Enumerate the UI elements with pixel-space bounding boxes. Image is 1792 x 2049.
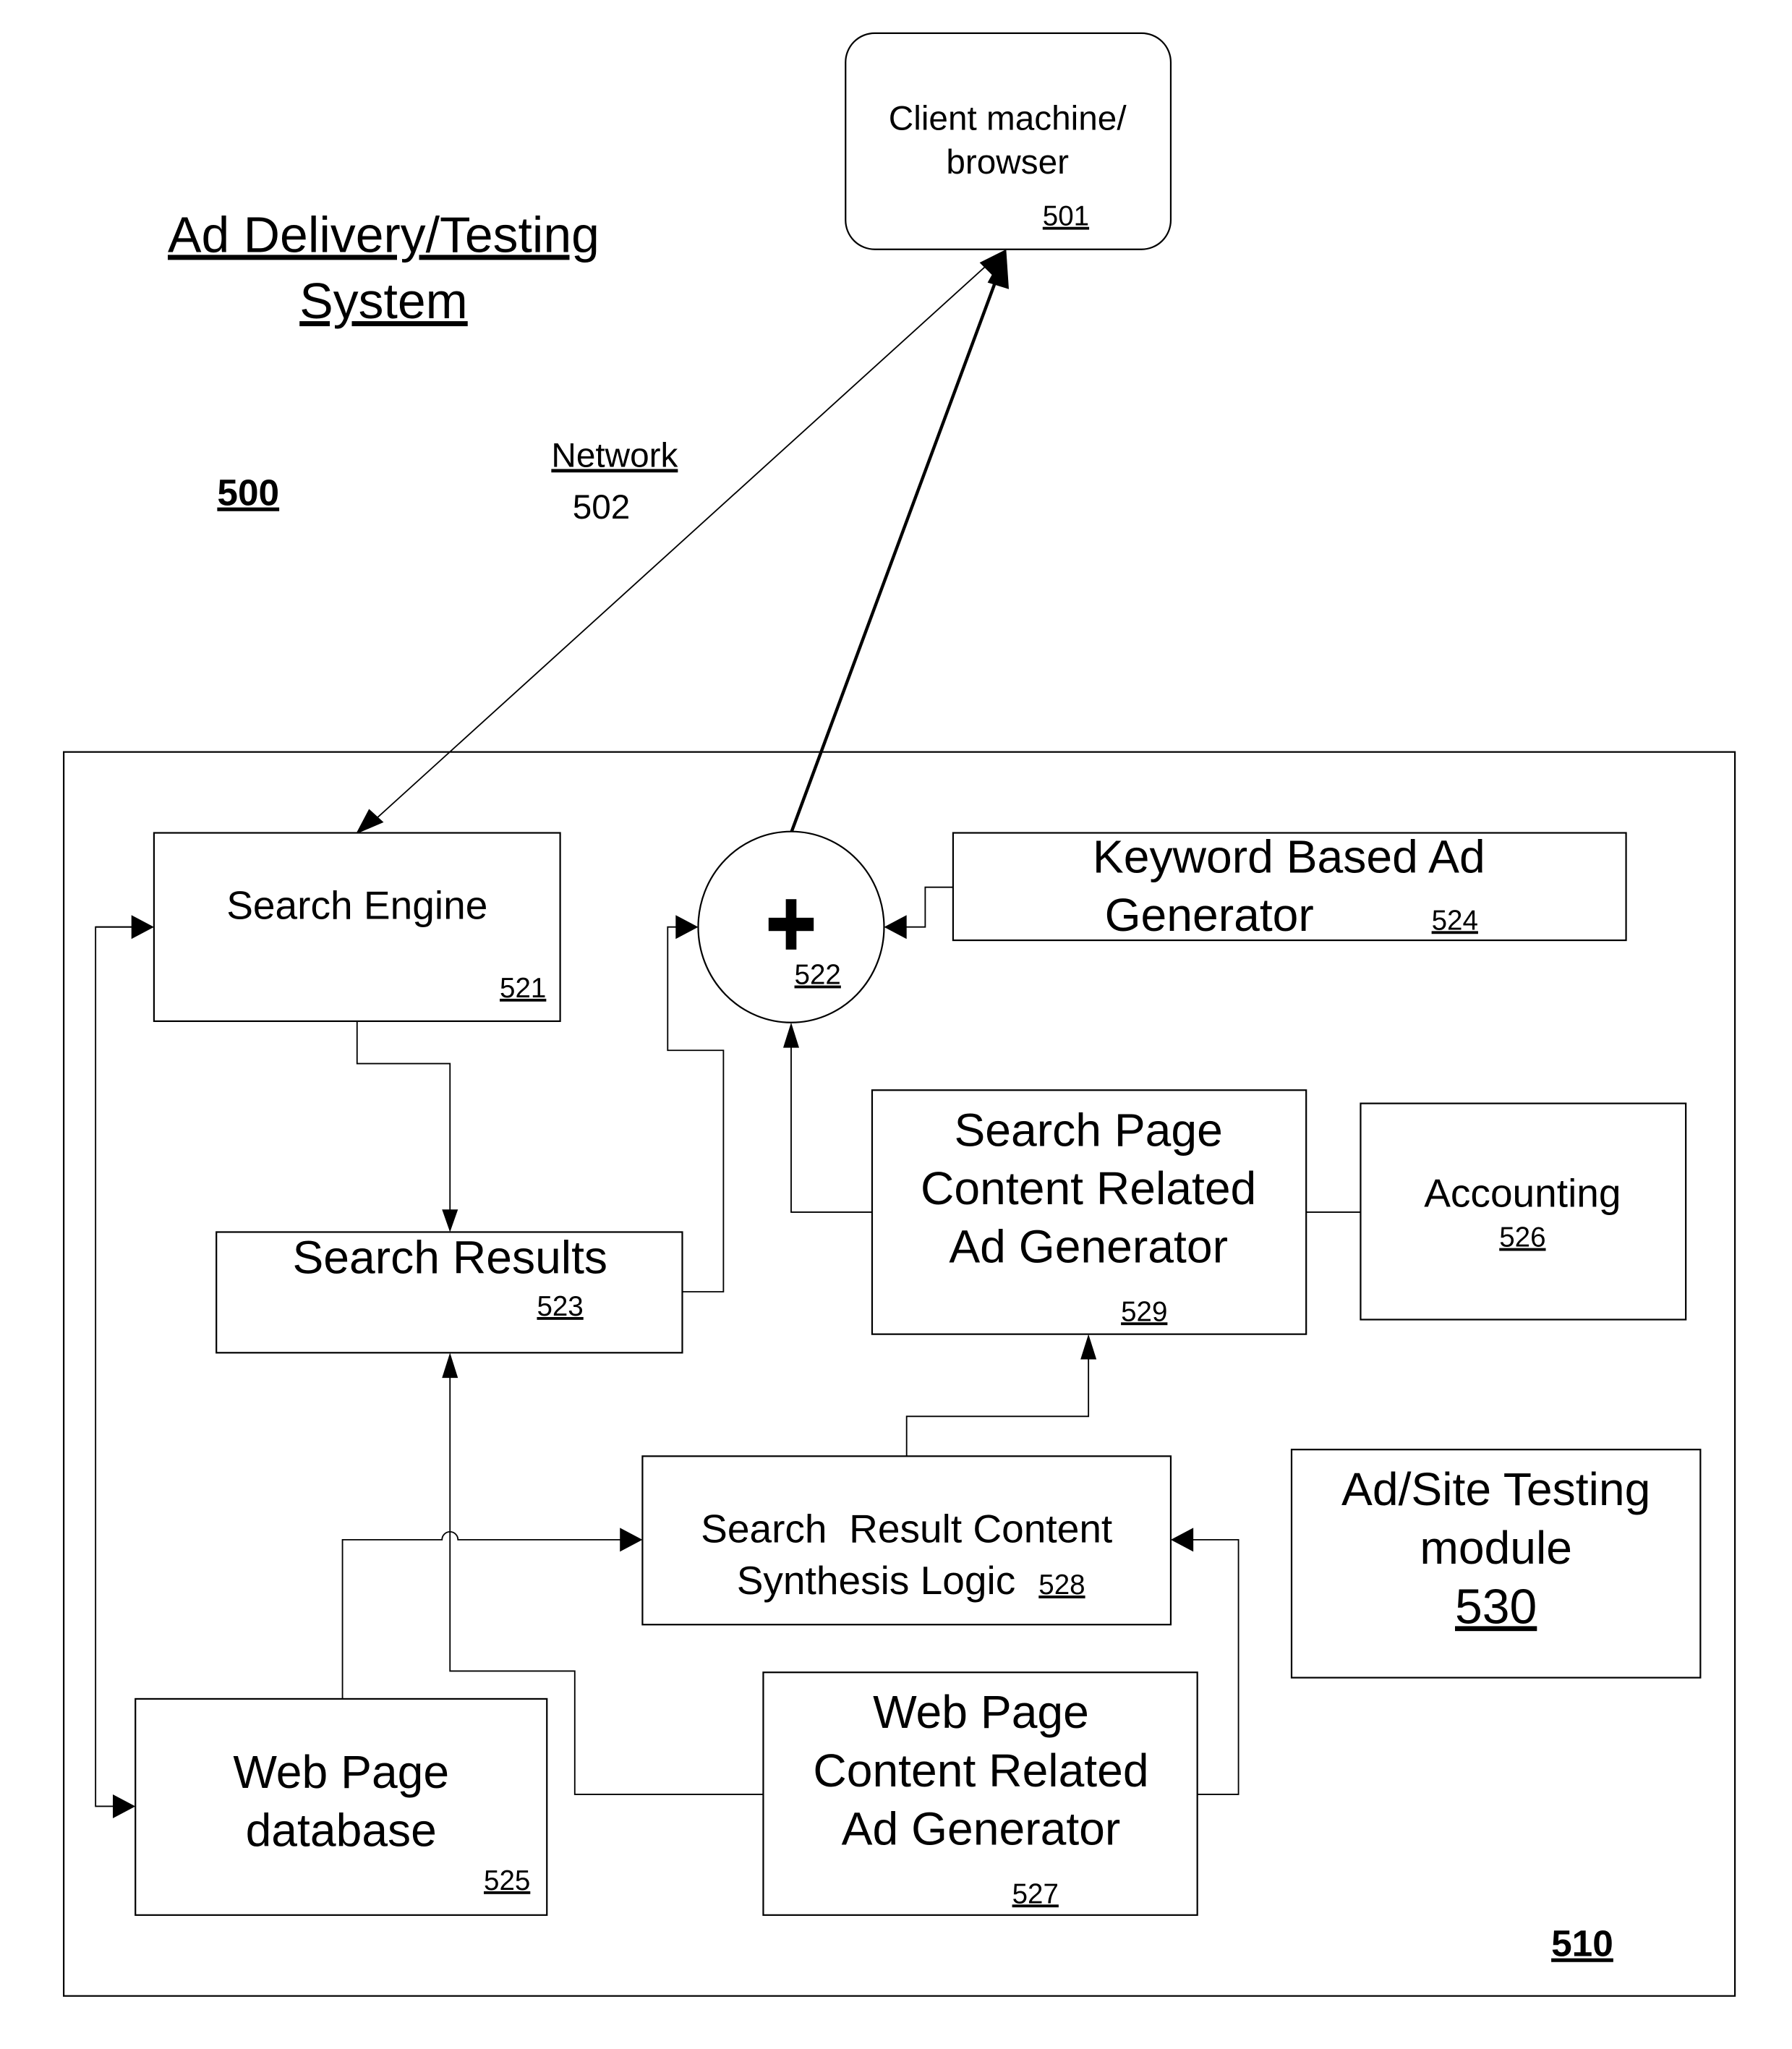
synthesis-logic-ref: 528: [1038, 1569, 1085, 1601]
synthesis-to-search-page-gen-connector: [905, 1355, 1090, 1457]
search-page-ad-generator-label-2: Content Related: [921, 1162, 1256, 1214]
search-page-ad-generator-node[interactable]: Search Page Content Related Ad Generator…: [871, 1089, 1307, 1335]
web-page-database-ref: 525: [484, 1865, 530, 1896]
testing-module-label-2: module: [1420, 1522, 1572, 1574]
combiner-node[interactable]: 522: [697, 830, 885, 1023]
database-to-synthesis-connector: [341, 1531, 624, 1699]
search-page-gen-to-combiner-connector: [790, 1042, 872, 1213]
arrowhead-into-synthesis-right: [1170, 1528, 1194, 1552]
network-label: Network: [551, 436, 678, 474]
keyword-ad-generator-node[interactable]: Keyword Based Ad Generator 524: [952, 831, 1627, 942]
search-engine-label: Search Engine: [226, 883, 487, 928]
accounting-ref: 526: [1499, 1222, 1545, 1253]
web-page-database-label-1: Web Page: [233, 1746, 449, 1798]
keyword-to-combiner-connector: [903, 886, 953, 928]
testing-module-ref: 530: [1455, 1580, 1537, 1634]
search-results-label: Search Results: [292, 1231, 607, 1283]
engine-to-results-connector: [356, 1021, 451, 1214]
arrowhead-to-search-engine: [355, 809, 384, 835]
web-page-database-label-2: database: [246, 1804, 437, 1856]
testing-module-label-1: Ad/Site Testing: [1341, 1463, 1650, 1515]
arrowhead-into-combiner-left: [675, 915, 699, 940]
testing-module-node[interactable]: Ad/Site Testing module 530: [1290, 1449, 1702, 1679]
synthesis-logic-node[interactable]: Search Result Content Synthesis Logic 52…: [641, 1455, 1172, 1626]
arrowhead-into-database-left: [113, 1794, 136, 1818]
search-page-ad-generator-label-3: Ad Generator: [949, 1221, 1228, 1273]
search-engine-ref: 521: [500, 973, 546, 1004]
arrowhead-into-search-page-gen: [1080, 1334, 1097, 1360]
synthesis-logic-label-1: Search Result Content: [701, 1507, 1112, 1551]
figure-title-line-2: System: [299, 273, 468, 329]
search-page-ad-generator-ref: 529: [1121, 1296, 1167, 1327]
arrowhead-into-combiner-bottom: [782, 1022, 800, 1048]
network-connection-line: [365, 257, 997, 828]
arrowhead-into-search-engine-left: [131, 915, 154, 940]
web-page-ad-generator-label-3: Ad Generator: [842, 1803, 1121, 1855]
search-page-ad-generator-label-1: Search Page: [954, 1104, 1222, 1156]
search-engine-node[interactable]: Search Engine 521: [153, 832, 561, 1023]
web-page-ad-generator-ref: 527: [1012, 1878, 1059, 1909]
client-machine-label-2: browser: [946, 143, 1069, 182]
keyword-ad-generator-label-1: Keyword Based Ad: [1093, 831, 1485, 883]
system-ref-label: 500: [217, 472, 279, 514]
network-ref: 502: [573, 488, 631, 527]
web-page-ad-generator-node[interactable]: Web Page Content Related Ad Generator 52…: [762, 1671, 1198, 1916]
web-page-ad-generator-label-1: Web Page: [873, 1686, 1089, 1738]
engine-database-connector: [95, 926, 136, 1807]
synthesis-logic-label-2: Synthesis Logic: [737, 1558, 1016, 1603]
arrowhead-into-combiner-right: [884, 915, 907, 940]
server-ref-label: 510: [1551, 1923, 1613, 1964]
web-page-ad-generator-label-2: Content Related: [813, 1745, 1148, 1797]
ad-delivery-line: [789, 270, 1002, 834]
arrowhead-into-search-results-top: [442, 1209, 458, 1232]
keyword-ad-generator-ref: 524: [1432, 905, 1478, 936]
client-machine-label-1: Client machine/: [889, 100, 1127, 138]
client-machine-ref: 501: [1043, 201, 1089, 232]
web-page-database-node[interactable]: Web Page database 525: [135, 1697, 548, 1916]
search-results-node[interactable]: Search Results 523: [216, 1231, 683, 1354]
ad-delivery-diagram: Ad Delivery/Testing System 500 Network 5…: [63, 32, 1736, 1997]
combiner-ref: 522: [795, 960, 841, 991]
accounting-node[interactable]: Accounting 526: [1360, 1102, 1687, 1321]
arrowhead-into-search-results-bottom: [442, 1352, 458, 1379]
figure-title-line-1: Ad Delivery/Testing: [168, 206, 600, 263]
client-machine-node[interactable]: Client machine/ browser 501: [845, 32, 1172, 250]
search-results-ref: 523: [537, 1291, 583, 1322]
client-machine-box[interactable]: [845, 32, 1172, 250]
arrowhead-into-synthesis-left: [620, 1528, 643, 1552]
accounting-label: Accounting: [1424, 1171, 1621, 1216]
keyword-ad-generator-label-2: Generator: [1105, 889, 1314, 941]
